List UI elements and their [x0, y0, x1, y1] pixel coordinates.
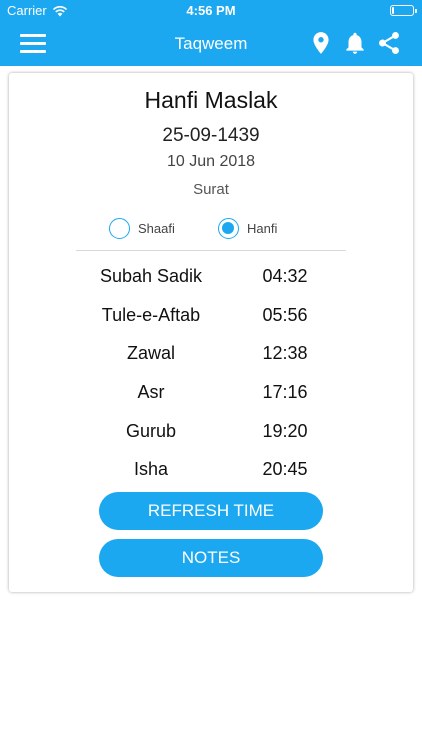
- battery-icon: [390, 5, 417, 16]
- radio-label: Hanfi: [247, 220, 278, 236]
- madhab-selector: Shaafi Hanfi: [9, 217, 413, 241]
- radio-unselected-icon: [109, 217, 130, 239]
- prayer-row-asr: Asr 17:16: [9, 373, 413, 411]
- prayer-time: 19:20: [262, 421, 308, 441]
- prayer-time: 20:45: [262, 459, 308, 479]
- gregorian-date: 10 Jun 2018: [166, 153, 256, 170]
- refresh-time-button[interactable]: REFRESH TIME: [99, 492, 323, 530]
- prayer-name: Zawal: [126, 343, 175, 363]
- prayer-name: Gurub: [125, 421, 177, 441]
- prayer-row-gurub: Gurub 19:20: [9, 412, 413, 450]
- prayer-row-isha: Isha 20:45: [9, 450, 413, 488]
- navigation-bar: Taqweem: [0, 22, 422, 66]
- map-pin-icon[interactable]: [308, 30, 334, 56]
- prayer-row-subah-sadik: Subah Sadik 04:32: [9, 257, 413, 295]
- radio-hanfi[interactable]: Hanfi: [218, 217, 277, 239]
- app-root: Carrier 4:56 PM Taqweem Hanfi Maslak 25-…: [0, 0, 422, 750]
- bell-icon[interactable]: [342, 30, 368, 56]
- divider: [76, 250, 346, 251]
- hijri-date: 25-09-1439: [162, 125, 260, 146]
- prayer-times-card: Hanfi Maslak 25-09-1439 10 Jun 2018 Sura…: [9, 73, 413, 592]
- radio-selected-icon: [218, 217, 239, 239]
- radio-shaafi[interactable]: Shaafi: [109, 217, 175, 239]
- status-time: 4:56 PM: [186, 3, 236, 18]
- prayer-name: Asr: [137, 382, 165, 402]
- prayer-time: 04:32: [262, 266, 308, 286]
- radio-label: Shaafi: [138, 220, 175, 236]
- prayer-name: Subah Sadik: [99, 266, 203, 286]
- prayer-time: 17:16: [262, 382, 308, 402]
- prayer-name: Tule-e-Aftab: [101, 305, 201, 325]
- status-bar: Carrier 4:56 PM: [0, 0, 422, 22]
- top-bar: Carrier 4:56 PM Taqweem: [0, 0, 422, 66]
- prayer-time: 05:56: [262, 305, 308, 325]
- notes-button[interactable]: NOTES: [99, 539, 323, 577]
- card-title: Hanfi Maslak: [144, 87, 278, 113]
- prayer-row-zawal: Zawal 12:38: [9, 334, 413, 372]
- prayer-time: 12:38: [262, 343, 308, 363]
- prayer-name: Isha: [133, 459, 169, 479]
- share-icon[interactable]: [376, 30, 402, 56]
- city-name: Surat: [193, 181, 229, 198]
- prayer-row-tule-e-aftab: Tule-e-Aftab 05:56: [9, 296, 413, 334]
